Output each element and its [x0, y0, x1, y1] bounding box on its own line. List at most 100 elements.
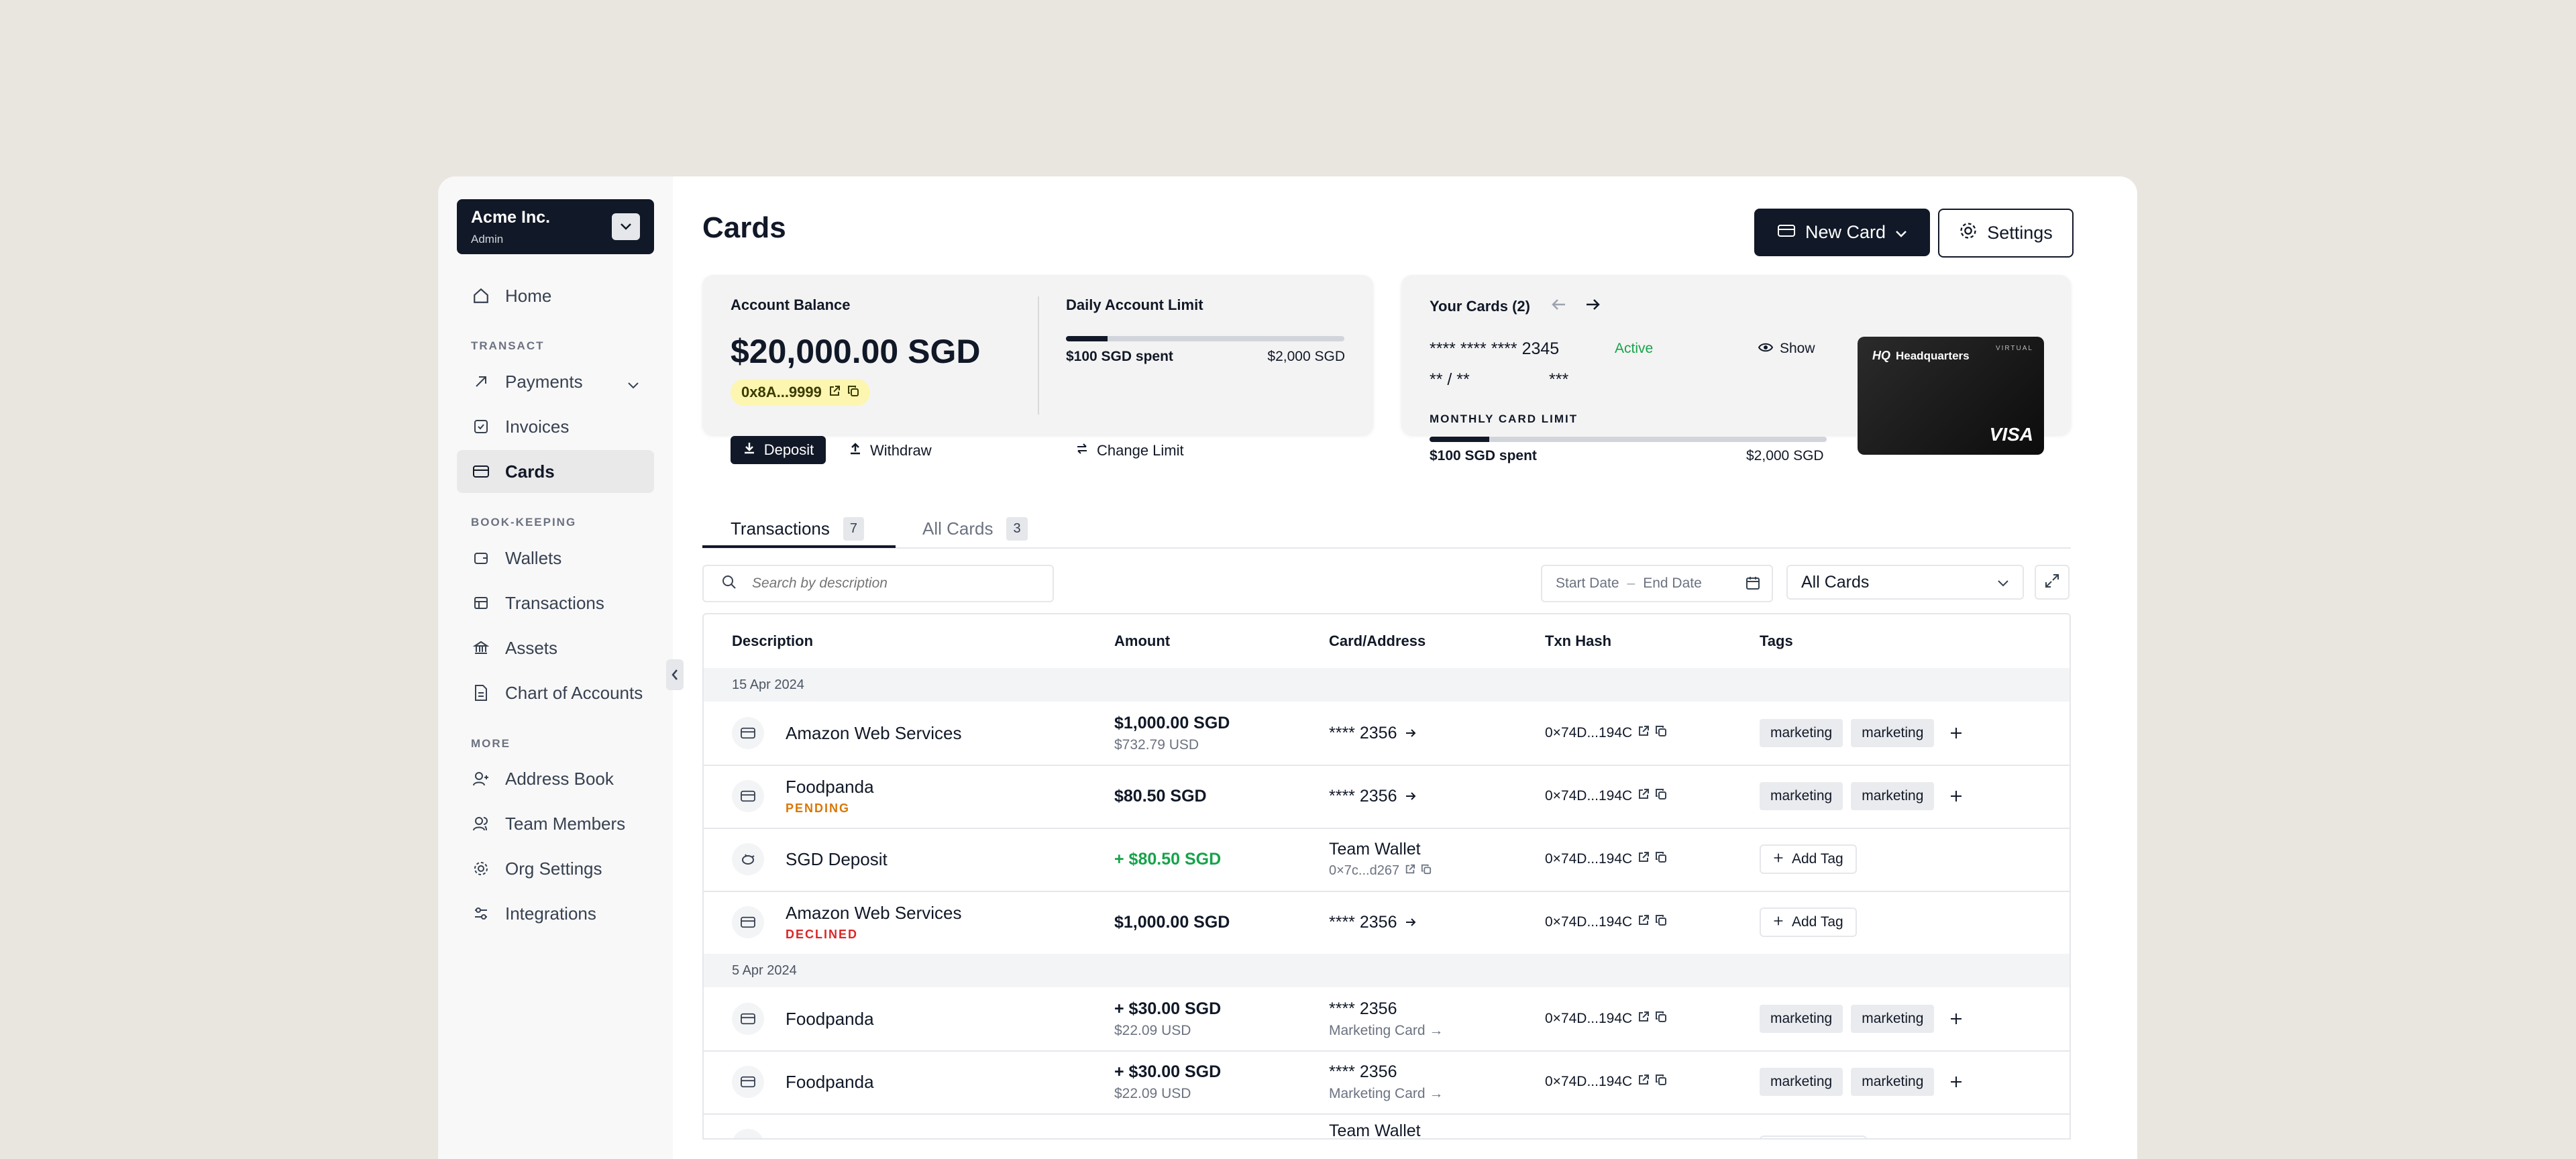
tag-chip[interactable]: marketing: [1760, 1005, 1843, 1033]
sidebar-item-wallets[interactable]: Wallets: [457, 537, 654, 580]
tag-chip[interactable]: marketing: [1760, 719, 1843, 747]
sidebar-item-home[interactable]: Home: [457, 274, 654, 317]
txn-hash: 0×74D...194C: [1545, 725, 1633, 740]
sidebar-item-label: Home: [505, 285, 552, 306]
tag-chip[interactable]: marketing: [1851, 1068, 1935, 1096]
table-row[interactable]: Team Wallet: [704, 1113, 2070, 1138]
settings-label: Settings: [1987, 223, 2053, 243]
calendar-icon[interactable]: [1745, 575, 1761, 595]
date-range-picker[interactable]: Start Date – End Date: [1541, 565, 1773, 602]
sidebar-item-invoices[interactable]: Invoices: [457, 405, 654, 448]
plus-icon[interactable]: [1942, 1068, 1970, 1096]
copy-icon[interactable]: [1655, 1011, 1667, 1027]
txn-card-link[interactable]: **** 2356: [1329, 913, 1417, 932]
external-link-icon[interactable]: [1638, 914, 1650, 930]
card-filter-select[interactable]: All Cards: [1786, 565, 2024, 600]
add-tag-button[interactable]: Add Tag: [1760, 907, 1857, 937]
search-box[interactable]: [702, 565, 1054, 602]
txn-card-link[interactable]: **** 2356: [1329, 724, 1417, 743]
sidebar-item-org-settings[interactable]: Org Settings: [457, 847, 654, 890]
table-row[interactable]: Amazon Web Services $1,000.00 SGD $732.79…: [704, 702, 2070, 766]
sidebar-item-integrations[interactable]: Integrations: [457, 892, 654, 935]
chevron-down-icon[interactable]: [627, 374, 639, 394]
start-date-field[interactable]: Start Date: [1556, 575, 1619, 592]
external-link-icon[interactable]: [1405, 863, 1415, 879]
sidebar-item-cards[interactable]: Cards: [457, 450, 654, 493]
external-link-icon[interactable]: [1638, 851, 1650, 867]
tag-chip[interactable]: marketing: [1760, 1068, 1843, 1096]
copy-icon[interactable]: [1655, 1074, 1667, 1090]
txn-description: Amazon Web Services: [786, 722, 962, 743]
plus-icon[interactable]: [1942, 782, 1970, 810]
wallet-icon: [472, 549, 490, 567]
tag-chip[interactable]: marketing: [1760, 782, 1843, 810]
settings-button[interactable]: Settings: [1938, 209, 2074, 258]
sidebar-item-label: Wallets: [505, 547, 562, 568]
change-limit-button[interactable]: Change Limit: [1075, 436, 1184, 465]
txn-card-name-link[interactable]: Marketing Card →: [1329, 1086, 1443, 1102]
copy-icon[interactable]: [1655, 851, 1667, 867]
org-switcher[interactable]: Acme Inc. Admin: [457, 199, 654, 254]
copy-icon[interactable]: [1655, 914, 1667, 930]
sidebar-item-transactions[interactable]: Transactions: [457, 582, 654, 624]
card-status: Active: [1615, 341, 1654, 356]
sidebar-item-assets[interactable]: Assets: [457, 626, 654, 669]
tab-count: 7: [843, 516, 864, 541]
add-tag-button[interactable]: Add Tag: [1760, 844, 1857, 874]
txn-hash: 0×74D...194C: [1545, 1074, 1633, 1089]
external-link-icon[interactable]: [1638, 1011, 1650, 1027]
sidebar-item-team-members[interactable]: Team Members: [457, 802, 654, 845]
end-date-field[interactable]: End Date: [1643, 575, 1702, 592]
external-link-icon[interactable]: [1638, 788, 1650, 804]
table-row[interactable]: Foodpanda + $30.00 SGD $22.09 USD **** 23…: [704, 1050, 2070, 1115]
wallet-address-chip[interactable]: 0x8A...9999: [731, 379, 870, 406]
external-link-icon[interactable]: [1638, 1074, 1650, 1090]
txn-card-name-link[interactable]: Marketing Card →: [1329, 1023, 1443, 1039]
txn-card: **** 2356: [1329, 723, 1397, 742]
checkbox-icon: [472, 417, 490, 436]
arrow-right-icon[interactable]: [1584, 296, 1601, 316]
table-row[interactable]: Amazon Web Services DECLINED $1,000.00 SG…: [704, 891, 2070, 954]
withdraw-button[interactable]: Withdraw: [849, 436, 932, 465]
tab-transactions[interactable]: Transactions 7: [702, 512, 896, 548]
txn-amount-usd: $22.09 USD: [1114, 1022, 1191, 1038]
add-tag-button[interactable]: [1760, 1136, 1867, 1138]
copy-icon[interactable]: [1655, 788, 1667, 804]
tag-chip[interactable]: marketing: [1851, 782, 1935, 810]
expand-button[interactable]: [2035, 565, 2070, 600]
search-input[interactable]: [751, 575, 1022, 592]
table-row[interactable]: Foodpanda PENDING $80.50 SGD **** 2356 0×…: [704, 765, 2070, 829]
arrow-right-icon: [1405, 913, 1417, 932]
txn-description: SGD Deposit: [786, 848, 888, 869]
credit-card-icon: [732, 1003, 764, 1035]
copy-icon[interactable]: [847, 384, 859, 401]
new-card-button[interactable]: New Card: [1754, 209, 1930, 256]
sidebar-item-label: Cards: [505, 461, 555, 482]
sidebar-item-address-book[interactable]: Address Book: [457, 757, 654, 800]
tag-chip[interactable]: marketing: [1851, 719, 1935, 747]
arrow-left-icon[interactable]: [1550, 296, 1568, 316]
sidebar-item-payments[interactable]: Payments: [457, 360, 654, 403]
copy-icon[interactable]: [1421, 863, 1432, 879]
gear-icon: [472, 859, 490, 878]
txn-amount: + $30.00 SGD: [1114, 999, 1222, 1018]
page-title: Cards: [702, 211, 786, 244]
card-preview[interactable]: HQ Headquarters VIRTUAL VISA: [1858, 337, 2044, 455]
sidebar-item-label: Org Settings: [505, 858, 602, 879]
show-card-details-button[interactable]: Show: [1758, 341, 1815, 357]
external-link-icon[interactable]: [1638, 725, 1650, 741]
plus-icon[interactable]: [1942, 1005, 1970, 1033]
deposit-button[interactable]: Deposit: [731, 436, 826, 464]
table-row[interactable]: SGD Deposit + $80.50 SGD Team Wallet 0×7c…: [704, 828, 2070, 892]
table-row[interactable]: Foodpanda + $30.00 SGD $22.09 USD **** 23…: [704, 987, 2070, 1052]
external-link-icon[interactable]: [828, 384, 841, 401]
collapse-sidebar-button[interactable]: [666, 659, 684, 690]
plus-icon[interactable]: [1942, 719, 1970, 747]
sidebar-item-chart-of-accounts[interactable]: Chart of Accounts: [457, 671, 654, 714]
tab-all-cards[interactable]: All Cards 3: [922, 512, 1028, 545]
copy-icon[interactable]: [1655, 725, 1667, 741]
txn-card-link[interactable]: **** 2356: [1329, 787, 1417, 806]
chevron-down-icon[interactable]: [612, 213, 640, 240]
tag-chip[interactable]: marketing: [1851, 1005, 1935, 1033]
daily-limit-progress: [1066, 336, 1344, 341]
